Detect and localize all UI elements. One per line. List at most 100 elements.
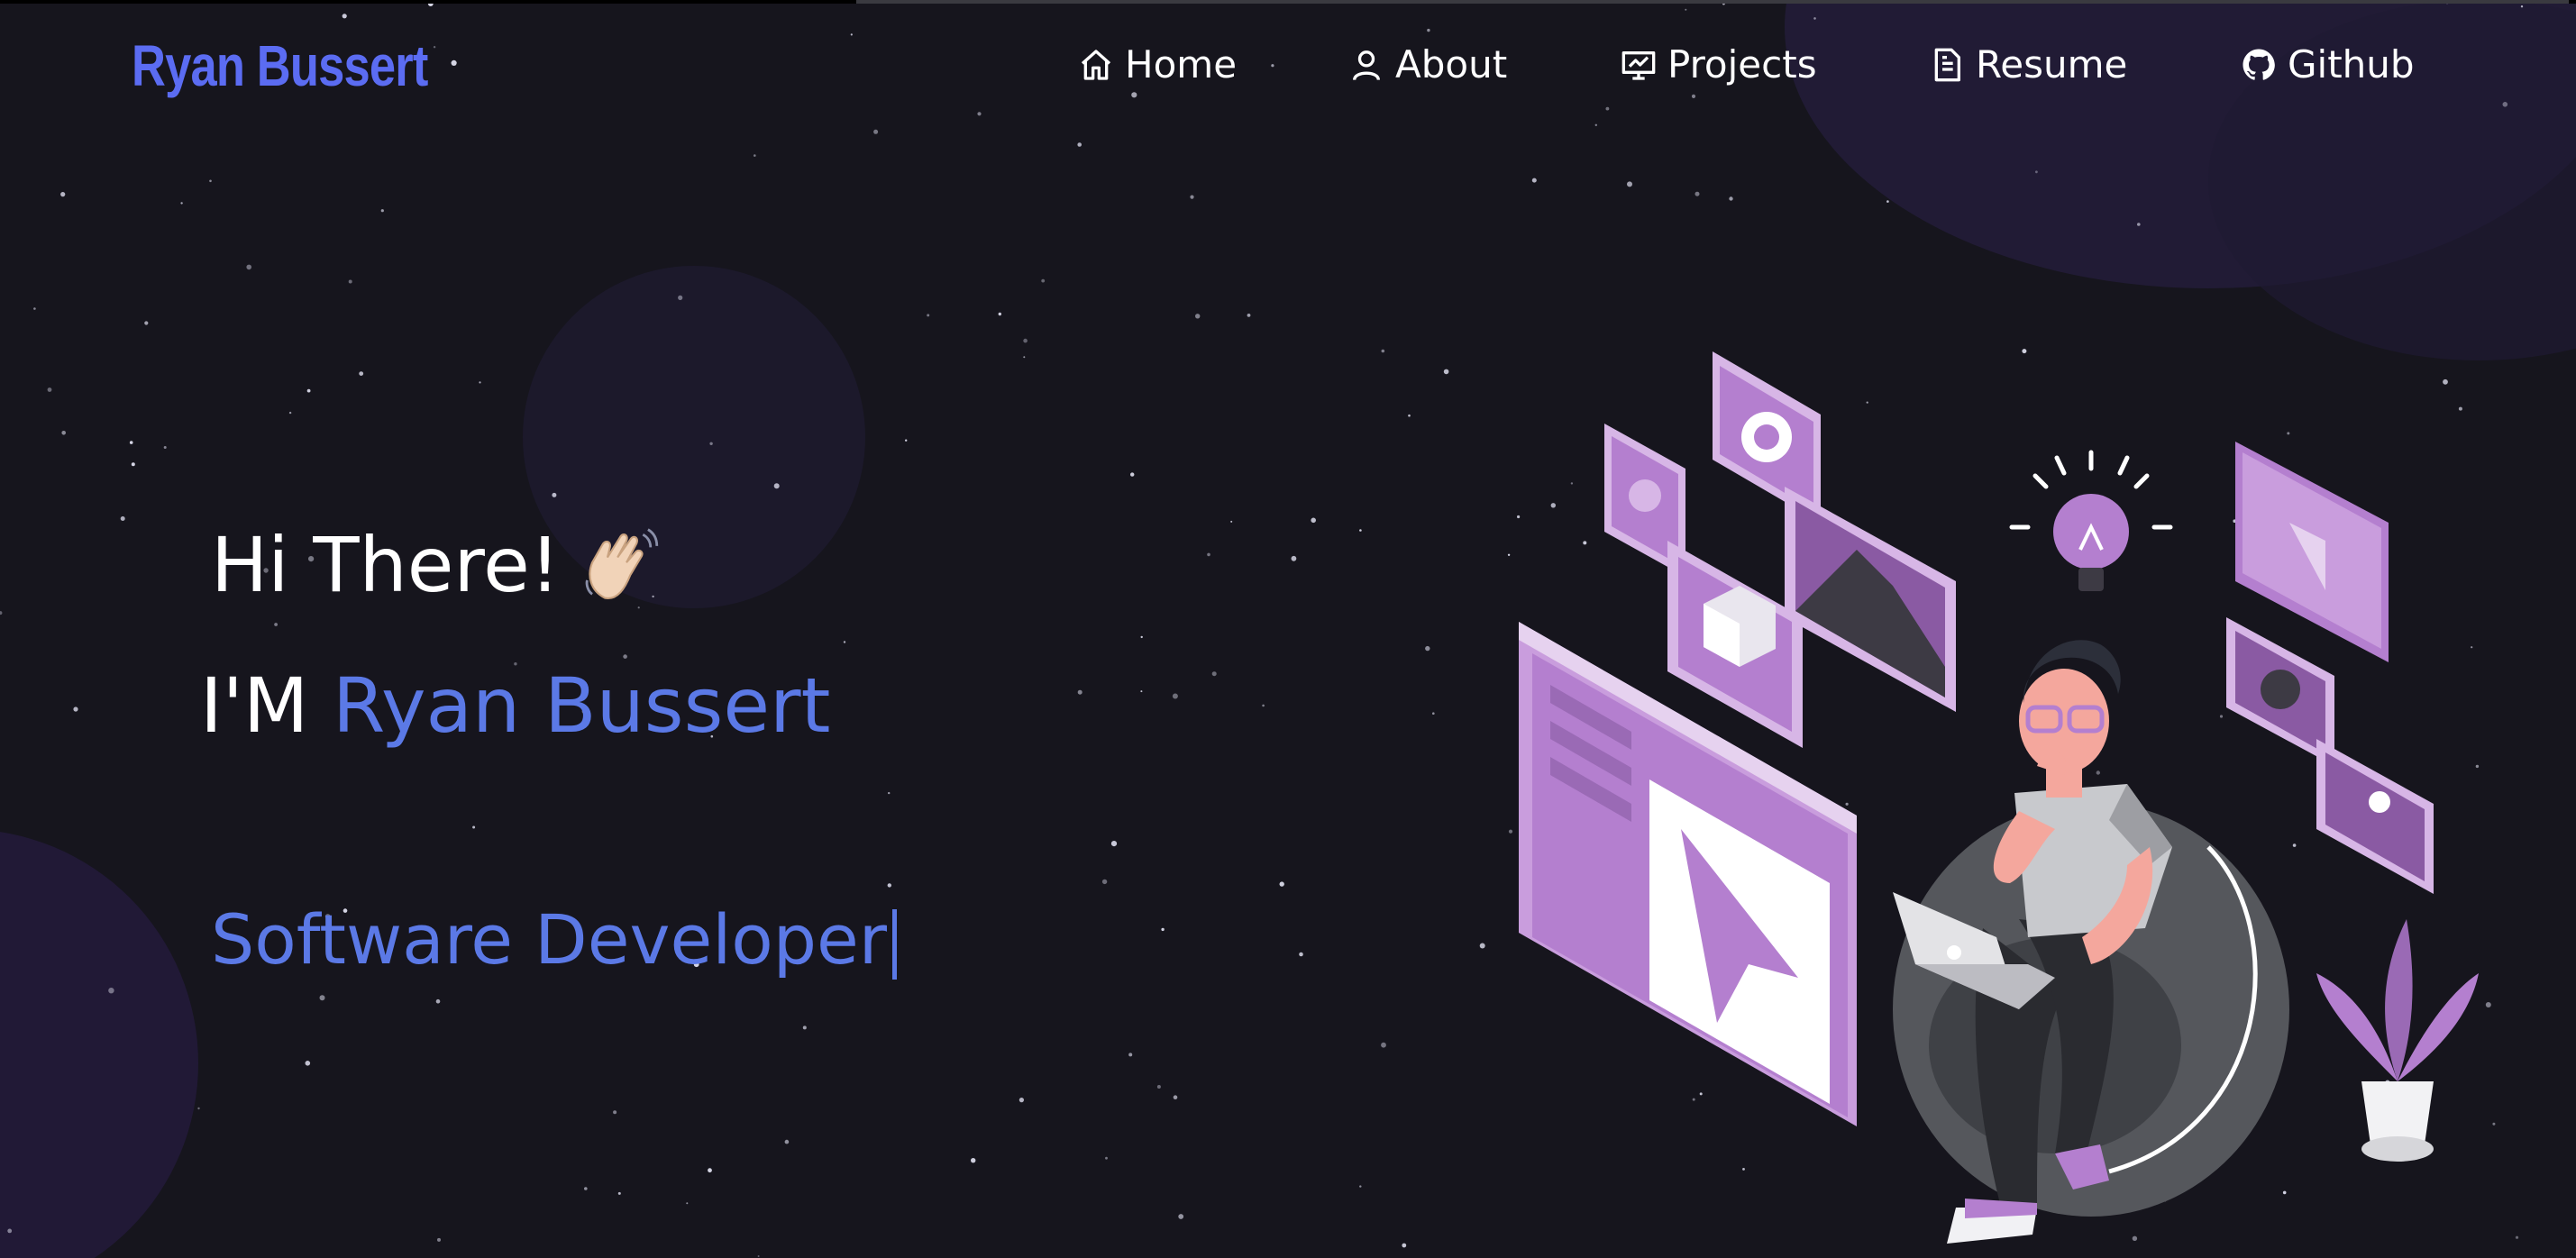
star xyxy=(472,825,476,829)
star xyxy=(1408,414,1411,417)
star xyxy=(1156,1085,1161,1089)
star xyxy=(1262,704,1265,707)
star xyxy=(1173,1095,1178,1099)
nav-resume[interactable]: Resume xyxy=(1929,38,2127,92)
star xyxy=(1140,635,1143,639)
presentation-chart-icon xyxy=(1621,51,1656,80)
star xyxy=(61,431,66,435)
star xyxy=(1432,712,1435,715)
star xyxy=(1130,472,1135,477)
nav-home-label: Home xyxy=(1125,42,1238,87)
im-prefix: I'M xyxy=(200,661,309,750)
waving-hand-icon xyxy=(580,524,661,606)
star xyxy=(131,462,135,467)
star xyxy=(348,279,352,284)
star xyxy=(129,441,133,444)
star xyxy=(1140,690,1143,693)
star xyxy=(1247,314,1251,317)
star xyxy=(1105,1156,1108,1160)
star xyxy=(274,623,278,626)
nav-about[interactable]: About xyxy=(1348,38,1507,92)
github-icon xyxy=(2243,49,2275,80)
user-icon xyxy=(1353,50,1380,81)
star xyxy=(1172,693,1178,699)
star xyxy=(1019,1098,1024,1103)
idea-bulb xyxy=(2009,450,2173,591)
star xyxy=(246,264,252,270)
star xyxy=(33,307,36,310)
star xyxy=(1381,349,1385,353)
star xyxy=(1402,1243,1407,1248)
star xyxy=(552,492,557,497)
star xyxy=(1023,356,1026,359)
star xyxy=(1291,555,1297,561)
star xyxy=(686,1202,689,1205)
nav-projects[interactable]: Projects xyxy=(1621,38,1817,92)
star xyxy=(1443,369,1449,375)
star xyxy=(209,179,212,183)
star xyxy=(709,442,713,445)
nav-resume-label: Resume xyxy=(1976,42,2128,87)
star xyxy=(1207,552,1210,557)
star xyxy=(678,295,683,300)
star xyxy=(584,1187,588,1190)
star xyxy=(888,791,891,795)
star xyxy=(1041,278,1046,283)
home-icon xyxy=(1081,50,1111,80)
star xyxy=(1359,1185,1362,1188)
star xyxy=(1077,142,1082,147)
star xyxy=(887,883,891,888)
star xyxy=(319,995,325,1001)
star xyxy=(998,312,1002,316)
document-icon xyxy=(1934,48,1960,82)
star xyxy=(1023,338,1028,343)
star xyxy=(784,1139,790,1144)
star xyxy=(1101,879,1108,885)
navbar: Ryan Bussert Home About Projects Resume … xyxy=(0,0,2576,135)
star xyxy=(1729,196,1733,201)
typewriter-role: Software Developer xyxy=(211,890,898,989)
nav-github[interactable]: Github xyxy=(2241,38,2415,92)
star xyxy=(1694,191,1700,196)
star xyxy=(2035,170,2038,174)
star xyxy=(437,1237,441,1242)
star xyxy=(380,209,384,213)
brand-logo[interactable]: Ryan Bussert xyxy=(132,27,428,105)
star xyxy=(60,192,66,197)
nav-home[interactable]: Home xyxy=(1078,38,1237,92)
plant xyxy=(2316,919,2479,1162)
star xyxy=(617,1191,621,1195)
star xyxy=(905,439,908,442)
star xyxy=(1077,689,1082,695)
star xyxy=(180,202,183,205)
star xyxy=(1425,645,1430,652)
star xyxy=(306,388,311,393)
role-text: Software Developer xyxy=(211,899,888,980)
star xyxy=(927,314,930,317)
nav-about-label: About xyxy=(1395,42,1508,87)
star xyxy=(1531,178,1537,183)
star xyxy=(7,1228,13,1234)
star xyxy=(163,446,167,449)
greeting-text: Hi There! xyxy=(211,521,561,609)
star xyxy=(1627,181,1632,187)
star xyxy=(144,321,149,325)
star xyxy=(1161,927,1165,932)
star xyxy=(73,706,78,712)
star xyxy=(1299,952,1303,957)
star xyxy=(802,1026,807,1030)
star xyxy=(1279,881,1284,887)
star xyxy=(2515,1235,2519,1239)
star xyxy=(1886,200,1889,203)
star xyxy=(0,611,3,615)
star xyxy=(1381,1042,1386,1048)
star xyxy=(1128,1053,1133,1057)
star xyxy=(1230,520,1233,523)
star xyxy=(1195,314,1201,319)
star xyxy=(1110,841,1118,847)
star xyxy=(1190,195,1194,199)
star xyxy=(288,411,292,415)
star xyxy=(479,381,481,384)
star xyxy=(773,483,780,489)
star xyxy=(108,988,114,994)
